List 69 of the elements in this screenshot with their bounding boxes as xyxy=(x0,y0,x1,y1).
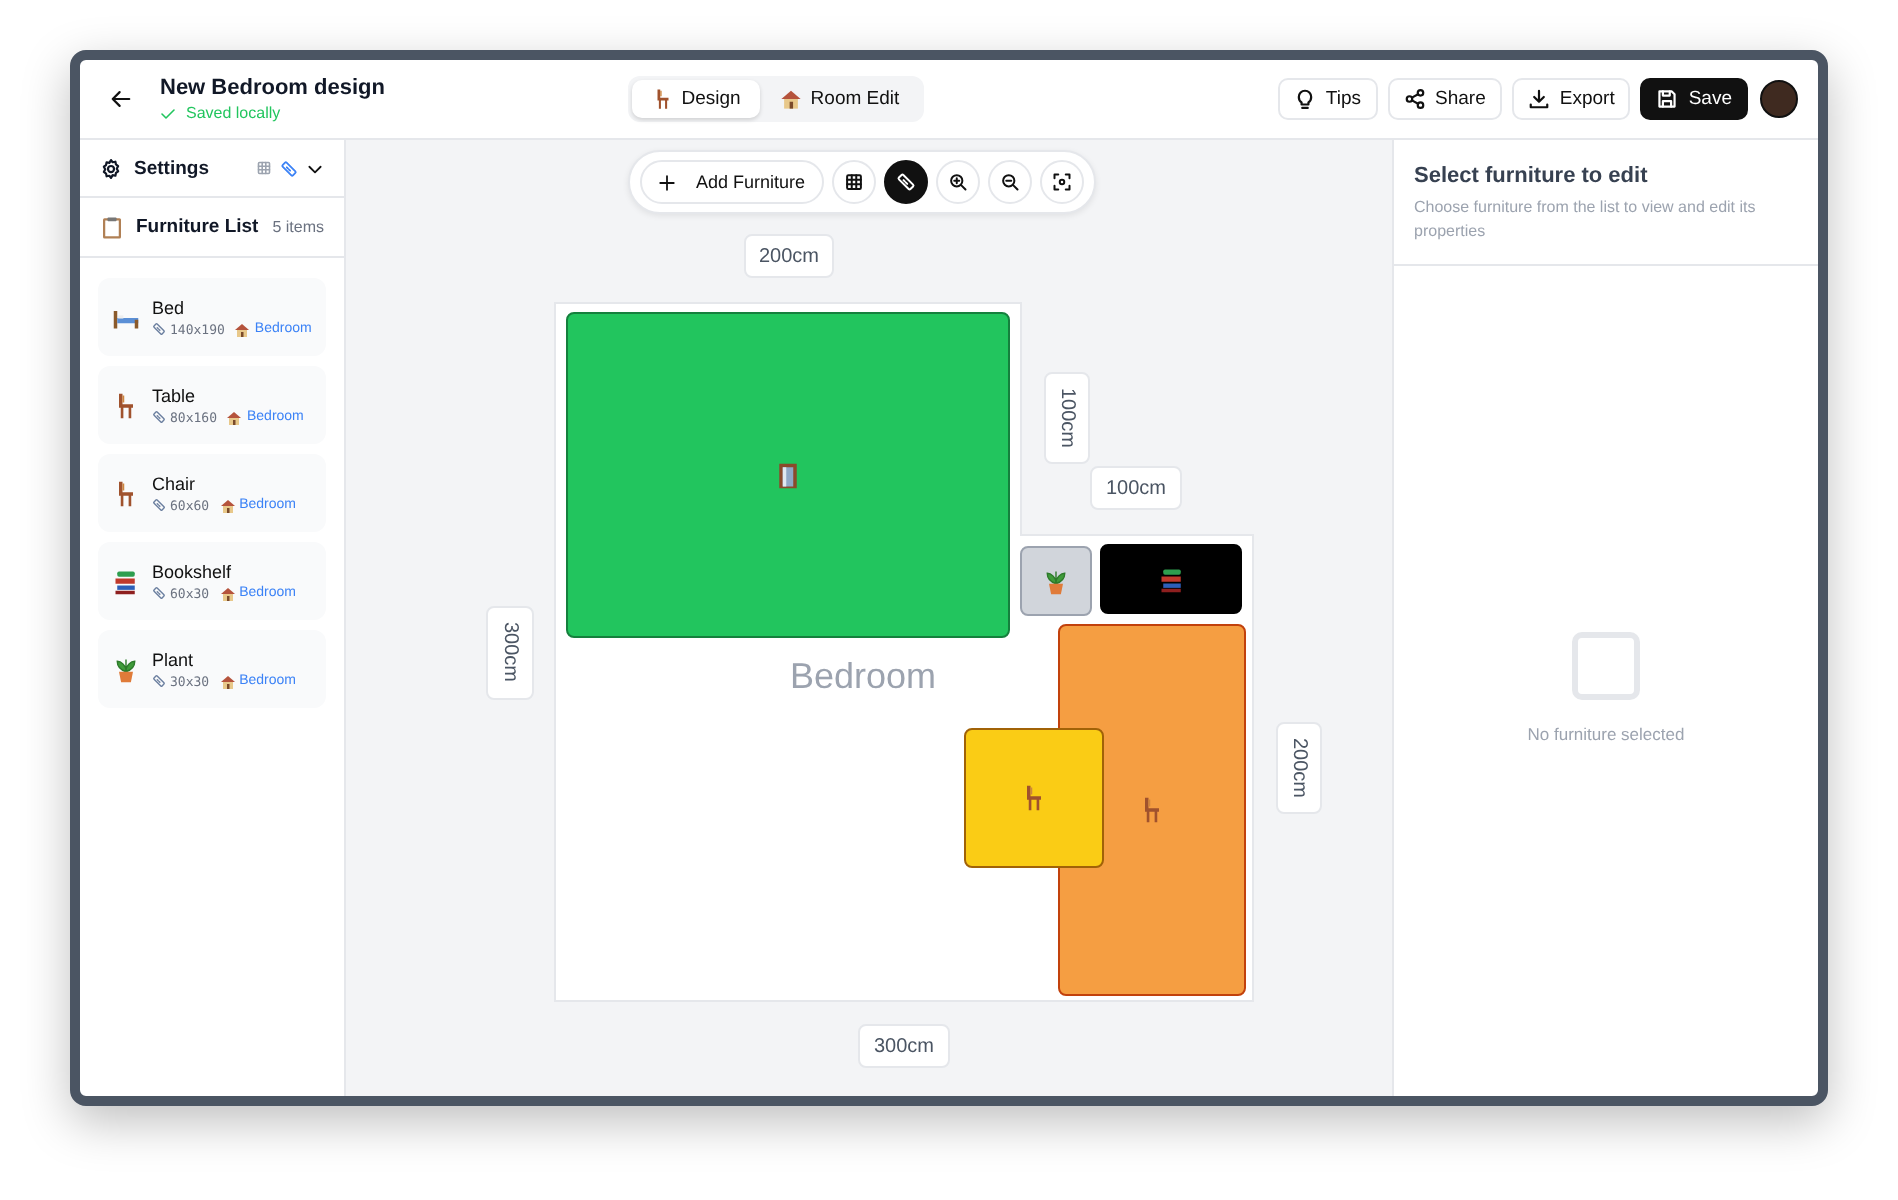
share-icon xyxy=(1403,88,1426,110)
ruler-icon[interactable] xyxy=(280,159,298,177)
potted-plant-icon xyxy=(1042,567,1070,595)
add-furniture-button[interactable]: Add Furniture xyxy=(640,160,824,204)
save-button[interactable]: Save xyxy=(1640,78,1748,120)
panel-title: Select furniture to edit xyxy=(1414,164,1650,188)
furniture-piece[interactable] xyxy=(1058,624,1246,996)
export-button[interactable]: Export xyxy=(1511,78,1631,120)
grid-icon[interactable] xyxy=(256,160,272,176)
house-icon xyxy=(226,409,243,425)
plus-icon xyxy=(658,173,676,191)
books-icon xyxy=(112,567,140,595)
house-icon xyxy=(234,321,251,337)
zoom-out-button[interactable] xyxy=(987,160,1032,204)
furniture-name: Bed xyxy=(152,297,187,317)
save-status: Saved locally xyxy=(186,104,281,122)
ruler-button[interactable] xyxy=(883,160,928,204)
settings-icon xyxy=(100,157,122,179)
dimension-label: 300cm xyxy=(858,1024,950,1068)
dimension-label: 200cm xyxy=(1276,722,1322,814)
clipboard-icon xyxy=(100,215,124,239)
house-icon xyxy=(780,88,803,110)
ruler-icon xyxy=(152,322,166,336)
empty-state-text: No furniture selected xyxy=(1527,723,1685,743)
dimension-label: 300cm xyxy=(486,606,534,700)
project-title: New Bedroom design xyxy=(160,76,385,100)
house-icon xyxy=(219,585,236,601)
mode-tab[interactable]: Design xyxy=(631,80,761,118)
furniture-list-title: Furniture List xyxy=(136,216,259,238)
ruler-icon xyxy=(895,172,916,192)
save-icon xyxy=(1656,88,1679,110)
check-icon xyxy=(160,105,176,121)
books-icon xyxy=(1157,565,1185,593)
lightbulb-icon xyxy=(1293,88,1316,110)
furniture-piece[interactable] xyxy=(1100,544,1242,614)
ruler-icon xyxy=(152,674,166,688)
ruler-icon xyxy=(152,498,166,512)
furniture-name: Table xyxy=(152,385,198,405)
empty-box-icon xyxy=(1572,631,1640,699)
settings-label: Settings xyxy=(134,157,209,179)
user-avatar[interactable] xyxy=(1760,80,1798,118)
fit-button[interactable] xyxy=(1039,160,1084,204)
potted-plant-icon xyxy=(112,655,140,683)
ruler-icon xyxy=(152,410,166,424)
panel-description: Choose furniture from the list to view and edit its properties xyxy=(1414,196,1758,244)
zoom-out-icon xyxy=(999,172,1020,192)
grid-button[interactable] xyxy=(831,160,876,204)
room-name: Bedroom xyxy=(790,656,937,698)
ruler-icon xyxy=(152,586,166,600)
house-icon xyxy=(219,673,236,689)
zoom-in-icon xyxy=(947,172,968,192)
item-count: 5 items xyxy=(272,218,324,236)
zoom-in-button[interactable] xyxy=(935,160,980,204)
grid-icon xyxy=(843,172,864,192)
furniture-name: Bookshelf xyxy=(152,561,234,581)
dimension-label: 200cm xyxy=(744,234,834,278)
house-icon xyxy=(219,497,236,513)
door-frame-icon xyxy=(774,461,802,489)
furniture-name: Plant xyxy=(152,649,196,669)
bulb-button[interactable]: Tips xyxy=(1277,78,1378,120)
mode-tab[interactable]: Room Edit xyxy=(760,80,920,118)
furniture-name: Chair xyxy=(152,473,198,493)
furniture-piece[interactable] xyxy=(964,728,1104,868)
download-icon xyxy=(1527,88,1550,110)
focus-frame-icon xyxy=(1051,172,1072,192)
dimension-label: 100cm xyxy=(1090,466,1182,510)
share-button[interactable]: Share xyxy=(1387,78,1502,120)
dimension-label: 100cm xyxy=(1044,372,1090,464)
back-arrow-icon xyxy=(109,88,131,110)
